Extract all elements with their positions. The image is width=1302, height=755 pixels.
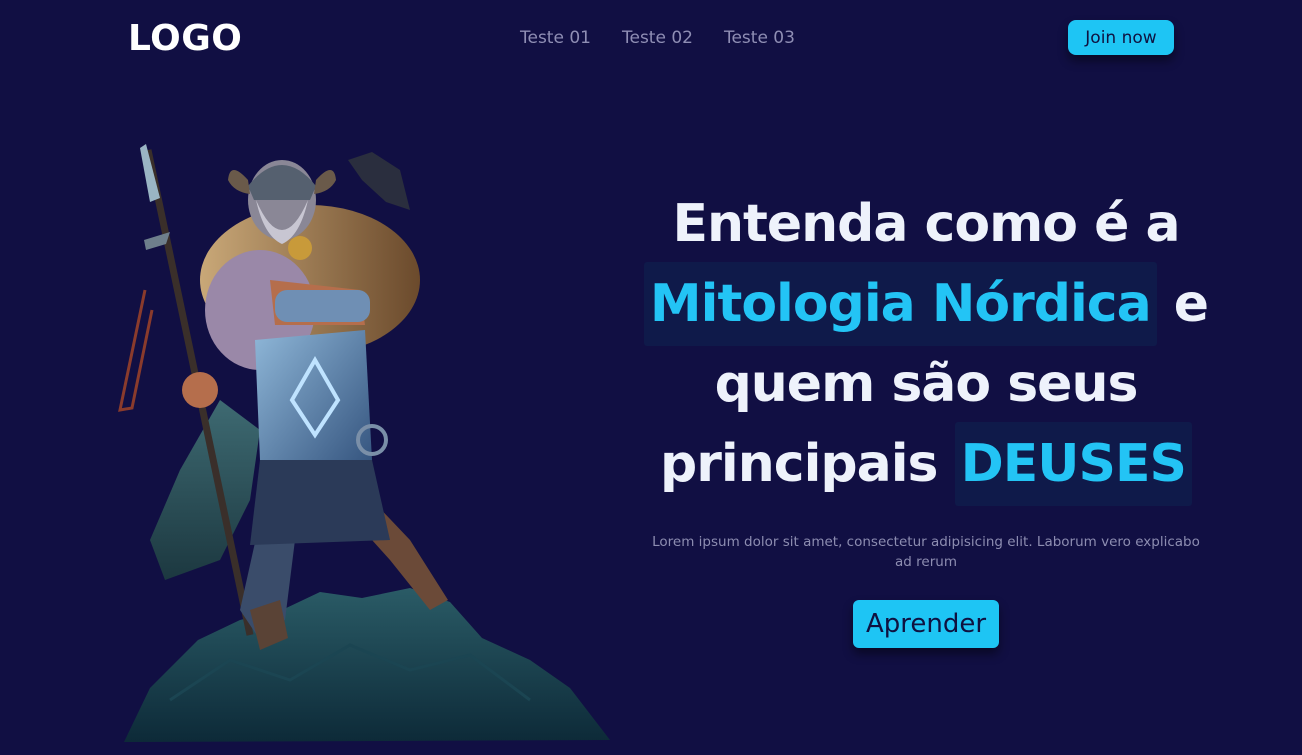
headline-line-1: Entenda como é a <box>672 194 1180 254</box>
nav-link-teste-02[interactable]: Teste 02 <box>622 28 693 48</box>
highlight-deuses: DEUSES <box>954 422 1192 506</box>
join-now-button[interactable]: Join now <box>1068 20 1174 55</box>
norse-god-illustration <box>118 144 610 742</box>
nav-link-teste-01[interactable]: Teste 01 <box>520 28 591 48</box>
headline-connector: e <box>1156 274 1209 334</box>
main-nav: Teste 01 Teste 02 Teste 03 <box>520 28 795 48</box>
logo[interactable]: LOGO <box>128 18 242 59</box>
headline-line-4-prefix: principais <box>660 434 955 494</box>
headline-line-3: quem são seus <box>714 354 1139 414</box>
hero-description: Lorem ipsum dolor sit amet, consectetur … <box>652 534 1200 570</box>
aprender-button[interactable]: Aprender <box>853 600 999 648</box>
hero-headline: Entenda como é a Mitologia Nórdica e que… <box>640 186 1212 506</box>
landing-page: LOGO Teste 01 Teste 02 Teste 03 Join now <box>0 0 1302 755</box>
highlight-mitologia-nordica: Mitologia Nórdica <box>643 262 1157 346</box>
nav-link-teste-03[interactable]: Teste 03 <box>724 28 795 48</box>
